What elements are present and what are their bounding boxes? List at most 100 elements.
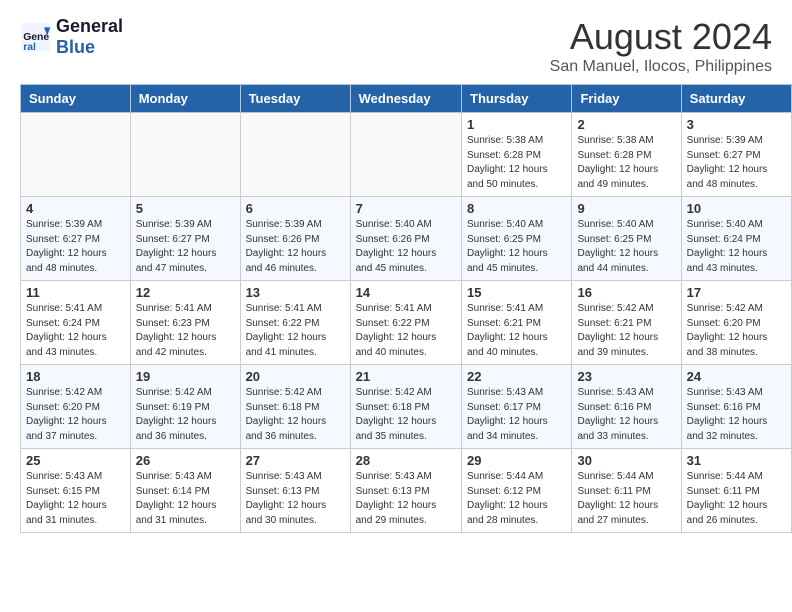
day-number: 16 [577,285,675,300]
calendar-cell: 4 Sunrise: 5:39 AM Sunset: 6:27 PM Daylig… [21,197,131,281]
calendar-cell: 5 Sunrise: 5:39 AM Sunset: 6:27 PM Daylig… [130,197,240,281]
day-info: Sunrise: 5:41 AM Sunset: 6:24 PM Dayligh… [26,302,125,360]
day-info: Sunrise: 5:44 AM Sunset: 6:11 PM Dayligh… [687,470,786,528]
day-number: 3 [687,117,786,132]
day-number: 4 [26,201,125,216]
month-year: August 2024 [550,16,772,58]
calendar-cell: 20 Sunrise: 5:42 AM Sunset: 6:18 PM Dayli… [240,365,350,449]
day-info: Sunrise: 5:39 AM Sunset: 6:27 PM Dayligh… [136,218,235,276]
day-info: Sunrise: 5:40 AM Sunset: 6:24 PM Dayligh… [687,218,786,276]
day-info: Sunrise: 5:44 AM Sunset: 6:11 PM Dayligh… [577,470,675,528]
day-number: 30 [577,453,675,468]
calendar-cell: 2Sunrise: 5:38 AM Sunset: 6:28 PM Daylig… [572,113,681,197]
day-info: Sunrise: 5:43 AM Sunset: 6:16 PM Dayligh… [577,386,675,444]
calendar-header-row: SundayMondayTuesdayWednesdayThursdayFrid… [21,85,792,113]
day-number: 8 [467,201,566,216]
calendar-cell: 23 Sunrise: 5:43 AM Sunset: 6:16 PM Dayli… [572,365,681,449]
day-info: Sunrise: 5:39 AM Sunset: 6:26 PM Dayligh… [246,218,345,276]
day-info: Sunrise: 5:39 AM Sunset: 6:27 PM Dayligh… [687,134,786,192]
day-info: Sunrise: 5:42 AM Sunset: 6:19 PM Dayligh… [136,386,235,444]
location: San Manuel, Ilocos, Philippines [550,58,772,76]
day-info: Sunrise: 5:41 AM Sunset: 6:21 PM Dayligh… [467,302,566,360]
day-info: Sunrise: 5:41 AM Sunset: 6:23 PM Dayligh… [136,302,235,360]
day-number: 19 [136,369,235,384]
day-info: Sunrise: 5:41 AM Sunset: 6:22 PM Dayligh… [246,302,345,360]
day-info: Sunrise: 5:43 AM Sunset: 6:16 PM Dayligh… [687,386,786,444]
day-info: Sunrise: 5:42 AM Sunset: 6:18 PM Dayligh… [246,386,345,444]
calendar-cell [130,113,240,197]
day-number: 2 [577,117,675,132]
calendar-cell: 7 Sunrise: 5:40 AM Sunset: 6:26 PM Daylig… [350,197,461,281]
day-info: Sunrise: 5:43 AM Sunset: 6:15 PM Dayligh… [26,470,125,528]
calendar-header-monday: Monday [130,85,240,113]
day-info: Sunrise: 5:43 AM Sunset: 6:17 PM Dayligh… [467,386,566,444]
day-info: Sunrise: 5:43 AM Sunset: 6:13 PM Dayligh… [356,470,456,528]
day-number: 31 [687,453,786,468]
calendar-cell: 16Sunrise: 5:42 AM Sunset: 6:21 PM Dayli… [572,281,681,365]
logo-icon: Gene ral [20,21,52,53]
calendar-header-wednesday: Wednesday [350,85,461,113]
calendar-cell [350,113,461,197]
day-number: 14 [356,285,456,300]
calendar-cell: 13Sunrise: 5:41 AM Sunset: 6:22 PM Dayli… [240,281,350,365]
calendar-header-tuesday: Tuesday [240,85,350,113]
day-info: Sunrise: 5:40 AM Sunset: 6:26 PM Dayligh… [356,218,456,276]
calendar-cell: 18 Sunrise: 5:42 AM Sunset: 6:20 PM Dayli… [21,365,131,449]
calendar-cell [240,113,350,197]
day-number: 9 [577,201,675,216]
calendar-cell: 3 Sunrise: 5:39 AM Sunset: 6:27 PM Daylig… [681,113,791,197]
calendar-week-3: 11Sunrise: 5:41 AM Sunset: 6:24 PM Dayli… [21,281,792,365]
day-number: 12 [136,285,235,300]
svg-text:ral: ral [23,42,36,53]
day-info: Sunrise: 5:42 AM Sunset: 6:18 PM Dayligh… [356,386,456,444]
calendar-cell: 8 Sunrise: 5:40 AM Sunset: 6:25 PM Daylig… [462,197,572,281]
day-number: 22 [467,369,566,384]
calendar-cell: 31 Sunrise: 5:44 AM Sunset: 6:11 PM Dayli… [681,449,791,533]
calendar-cell [21,113,131,197]
calendar-table: SundayMondayTuesdayWednesdayThursdayFrid… [20,84,792,533]
calendar-header-friday: Friday [572,85,681,113]
calendar-week-4: 18 Sunrise: 5:42 AM Sunset: 6:20 PM Dayli… [21,365,792,449]
calendar-cell: 11Sunrise: 5:41 AM Sunset: 6:24 PM Dayli… [21,281,131,365]
calendar-cell: 29 Sunrise: 5:44 AM Sunset: 6:12 PM Dayli… [462,449,572,533]
day-number: 24 [687,369,786,384]
day-info: Sunrise: 5:42 AM Sunset: 6:20 PM Dayligh… [26,386,125,444]
day-number: 7 [356,201,456,216]
calendar-cell: 25 Sunrise: 5:43 AM Sunset: 6:15 PM Dayli… [21,449,131,533]
calendar-header-thursday: Thursday [462,85,572,113]
day-number: 29 [467,453,566,468]
day-info: Sunrise: 5:39 AM Sunset: 6:27 PM Dayligh… [26,218,125,276]
day-info: Sunrise: 5:40 AM Sunset: 6:25 PM Dayligh… [577,218,675,276]
day-number: 20 [246,369,345,384]
day-number: 26 [136,453,235,468]
day-number: 28 [356,453,456,468]
day-number: 5 [136,201,235,216]
day-info: Sunrise: 5:44 AM Sunset: 6:12 PM Dayligh… [467,470,566,528]
calendar-cell: 28 Sunrise: 5:43 AM Sunset: 6:13 PM Dayli… [350,449,461,533]
day-info: Sunrise: 5:42 AM Sunset: 6:20 PM Dayligh… [687,302,786,360]
day-number: 17 [687,285,786,300]
calendar-wrap: SundayMondayTuesdayWednesdayThursdayFrid… [0,84,792,543]
day-number: 27 [246,453,345,468]
logo-blue-text: Blue [56,37,123,58]
header: Gene ral General Blue August 2024 San Ma… [0,0,792,84]
calendar-cell: 9 Sunrise: 5:40 AM Sunset: 6:25 PM Daylig… [572,197,681,281]
logo: Gene ral General Blue [20,16,123,58]
logo-general-text: General [56,16,123,37]
calendar-week-2: 4 Sunrise: 5:39 AM Sunset: 6:27 PM Daylig… [21,197,792,281]
day-info: Sunrise: 5:43 AM Sunset: 6:14 PM Dayligh… [136,470,235,528]
calendar-cell: 10Sunrise: 5:40 AM Sunset: 6:24 PM Dayli… [681,197,791,281]
day-number: 18 [26,369,125,384]
calendar-week-1: 1Sunrise: 5:38 AM Sunset: 6:28 PM Daylig… [21,113,792,197]
day-info: Sunrise: 5:38 AM Sunset: 6:28 PM Dayligh… [467,134,566,192]
calendar-header-sunday: Sunday [21,85,131,113]
calendar-header-saturday: Saturday [681,85,791,113]
calendar-week-5: 25 Sunrise: 5:43 AM Sunset: 6:15 PM Dayli… [21,449,792,533]
calendar-cell: 21Sunrise: 5:42 AM Sunset: 6:18 PM Dayli… [350,365,461,449]
day-info: Sunrise: 5:40 AM Sunset: 6:25 PM Dayligh… [467,218,566,276]
calendar-cell: 19 Sunrise: 5:42 AM Sunset: 6:19 PM Dayli… [130,365,240,449]
calendar-cell: 6Sunrise: 5:39 AM Sunset: 6:26 PM Daylig… [240,197,350,281]
day-number: 25 [26,453,125,468]
day-info: Sunrise: 5:41 AM Sunset: 6:22 PM Dayligh… [356,302,456,360]
day-number: 23 [577,369,675,384]
